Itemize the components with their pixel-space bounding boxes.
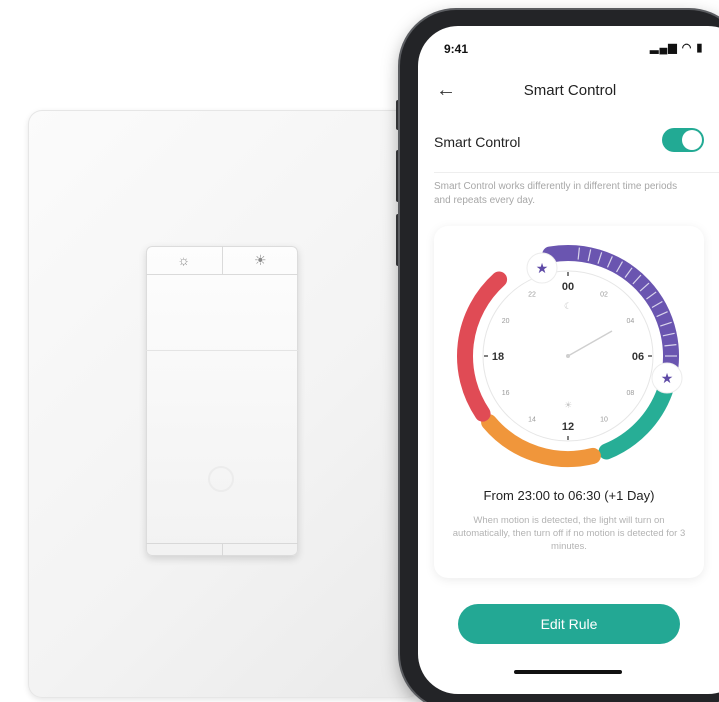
hour-label-00: 00: [562, 281, 574, 293]
page-title: Smart Control: [523, 82, 617, 99]
brightness-up-icon: ☀: [221, 246, 299, 274]
hour-label-10: 10: [600, 416, 608, 423]
hour-label-14: 14: [528, 416, 536, 423]
star-icon: ★: [661, 371, 674, 387]
hour-label-04: 04: [626, 318, 634, 325]
product-scene: ☼ ☀ 9:41 ▂▄▆ ◠ ▮ ← Smart Control Smart C…: [0, 0, 719, 702]
hour-label-12: 12: [562, 421, 574, 433]
home-indicator: [514, 670, 622, 674]
hour-label-20: 20: [502, 318, 510, 325]
phone-screen: 9:41 ▂▄▆ ◠ ▮ ← Smart Control Smart Contr…: [418, 26, 719, 694]
navigation-bar: ← Smart Control: [418, 78, 719, 108]
hour-label-06: 06: [632, 351, 644, 363]
sun-icon: ☀: [564, 401, 572, 411]
end-handle[interactable]: ★: [651, 362, 683, 394]
status-bar: 9:41 ▂▄▆ ◠ ▮: [418, 26, 719, 70]
clock-center: [566, 354, 570, 358]
motion-sensor-ring: [208, 466, 234, 492]
star-icon: ★: [536, 261, 549, 277]
toggle-knob: [682, 130, 702, 150]
hour-label-18: 18: [492, 351, 504, 363]
smart-control-description: Smart Control works differently in diffe…: [434, 181, 678, 206]
edit-rule-label: Edit Rule: [540, 616, 598, 632]
edit-rule-button[interactable]: Edit Rule: [458, 604, 680, 644]
hour-label-02: 02: [600, 292, 608, 299]
switch-brightness-buttons: ☼ ☀: [146, 246, 298, 275]
rule-description: When motion is detected, the light will …: [452, 515, 686, 552]
schedule-card: 00 06 12 18 02 04 08 10 14 16 20 22 ☾ ☀ ★ ★ From 23…: [434, 226, 704, 578]
status-icons: ▂▄▆ ◠ ▮: [650, 42, 704, 54]
smart-control-toggle[interactable]: [662, 128, 704, 152]
dimmer-switch: ☼ ☀: [146, 246, 298, 556]
section-divider: [434, 172, 719, 173]
hour-label-08: 08: [626, 390, 634, 397]
schedule-dial[interactable]: 00 06 12 18 02 04 08 10 14 16 20 22 ☾ ☀ ★ ★: [434, 226, 704, 486]
brightness-down-icon: ☼: [177, 252, 191, 268]
smart-control-label: Smart Control: [434, 134, 521, 150]
status-time: 9:41: [444, 42, 469, 56]
start-handle[interactable]: ★: [526, 252, 558, 284]
rule-time-range: From 23:00 to 06:30 (+1 Day): [483, 488, 655, 503]
moon-icon: ☾: [564, 302, 572, 312]
hour-label-16: 16: [502, 390, 510, 397]
hour-label-22: 22: [528, 292, 536, 299]
smart-control-row: Smart Control: [434, 128, 719, 154]
switch-divider: [146, 350, 298, 351]
switch-bottom-edge: [146, 543, 298, 556]
